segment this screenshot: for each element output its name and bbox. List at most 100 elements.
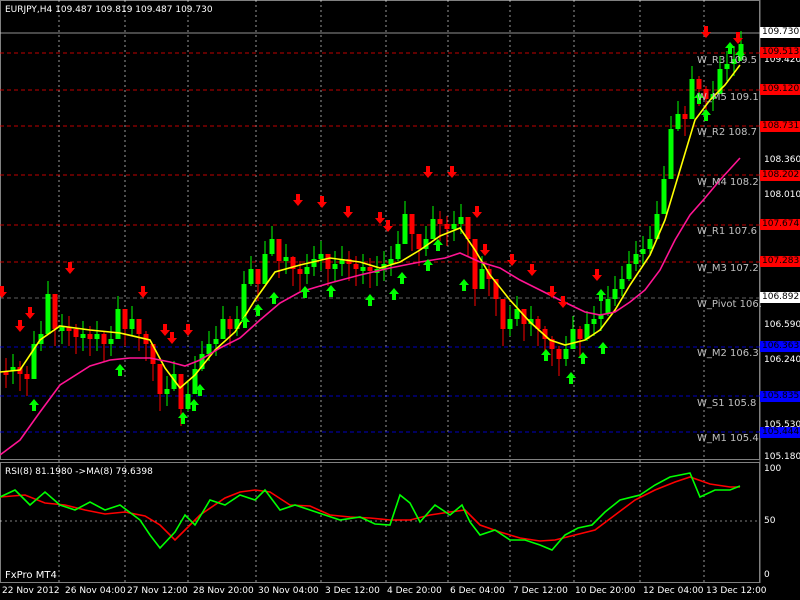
buy-arrow-icon [300,286,310,298]
candle-body [220,319,226,339]
candle-body [24,374,30,379]
candle-body [388,259,394,264]
candle-body [556,349,562,359]
sell-arrow-icon [480,244,490,256]
pivot-value-box: 108.731 [760,121,800,132]
candle-body [59,327,65,331]
candle-body [262,254,268,284]
candle-body [409,214,415,234]
candle-body [507,319,513,329]
candle-body [332,264,338,269]
candle-body [178,374,184,409]
symbol-info: EURJPY,H4 109.487 109.819 109.487 109.73… [5,5,213,15]
sell-arrow-icon [558,296,568,308]
candle-body [661,179,667,214]
time-tick: 10 Dec 20:00 [575,586,636,596]
time-tick: 28 Nov 20:00 [193,586,254,596]
candle-body [647,239,653,249]
pivot-value-box: 109.120 [760,84,800,95]
candle-body [640,249,646,254]
candle-body [80,334,86,338]
pivot-label: W_S1 105.8 [697,398,757,409]
sell-arrow-icon [65,262,75,274]
candle-body [570,329,576,349]
pivot-label: W_M4 108.2 [697,177,759,188]
pivot-label: W_R3 109.5 [697,55,758,66]
sell-arrow-icon [0,286,7,298]
sell-arrow-icon [423,166,433,178]
time-tick: 30 Nov 04:00 [258,586,319,596]
price-tick: 105.180 [764,452,800,462]
rsi-tick: 100 [764,464,782,474]
candle-body [115,309,121,339]
sell-arrow-icon [317,196,327,208]
sell-arrow-icon [592,269,602,281]
candle-body [633,254,639,264]
rsi-panel-frame [0,462,760,583]
price-tick: 106.240 [764,355,800,365]
sell-arrow-icon [138,286,148,298]
pivot-label: W_M2 106.3 [697,348,759,359]
candle-body [255,269,261,284]
candle-body [276,239,282,261]
buy-arrow-icon [115,364,125,376]
candle-body [297,269,303,274]
buy-arrow-icon [253,304,263,316]
pivot-value-box: 107.674 [760,219,800,230]
candle-body [213,339,219,344]
price-tick: 106.590 [764,320,800,330]
rsi-line [0,472,741,551]
candle-body [157,364,163,394]
pivot-label: W_R2 108.7 [697,127,758,138]
time-tick: 13 Dec 12:00 [706,586,767,596]
sell-arrow-icon [160,324,170,336]
pivot-label: W_R1 107.6 [697,226,758,237]
candle-body [136,319,142,334]
rsi-tick: 50 [764,516,776,526]
candle-body [591,319,597,324]
candle-body [87,334,93,339]
buy-arrow-icon [397,272,407,284]
candle-body [668,129,674,179]
candle-body [206,344,212,354]
candle-body [451,224,457,229]
buy-arrow-icon [178,412,188,424]
candle-body [444,224,450,229]
candle-body [605,299,611,314]
pivot-value-box: 105.444 [760,427,800,438]
sell-arrow-icon [167,332,177,344]
main-panel-frame [0,0,760,460]
sell-arrow-icon [183,324,193,336]
chart-canvas[interactable] [0,0,800,600]
candle-body [437,219,443,224]
rsi-info: RSI(8) 81.1980 ->MA(8) 79.6398 [5,467,153,477]
candle-body [101,334,107,344]
buy-arrow-icon [566,372,576,384]
candle-body [682,114,688,119]
pivot-value-box: 106.363 [760,341,800,352]
candle-body [675,114,681,129]
candle-body [122,309,128,329]
sell-arrow-icon [701,26,711,38]
candle-body [395,244,401,259]
time-tick: 6 Dec 04:00 [450,586,505,596]
buy-arrow-icon [598,342,608,354]
buy-arrow-icon [459,279,469,291]
candle-body [563,349,569,359]
candle-body [318,254,324,259]
time-tick: 7 Dec 12:00 [513,586,568,596]
buy-arrow-icon [389,288,399,300]
pivot-value-box: 109.513 [760,47,800,58]
candle-body [129,319,135,329]
buy-arrow-icon [596,289,606,301]
pivot-value-box: 107.283 [760,256,800,267]
candle-body [304,267,310,274]
pivot-value-box: 105.835 [760,391,800,402]
candle-body [185,394,191,409]
buy-arrow-icon [365,294,375,306]
candle-body [577,329,583,339]
time-tick: 4 Dec 20:00 [387,586,442,596]
candle-body [94,334,100,339]
time-tick: 22 Nov 2012 [2,586,60,596]
candle-body [164,389,170,394]
